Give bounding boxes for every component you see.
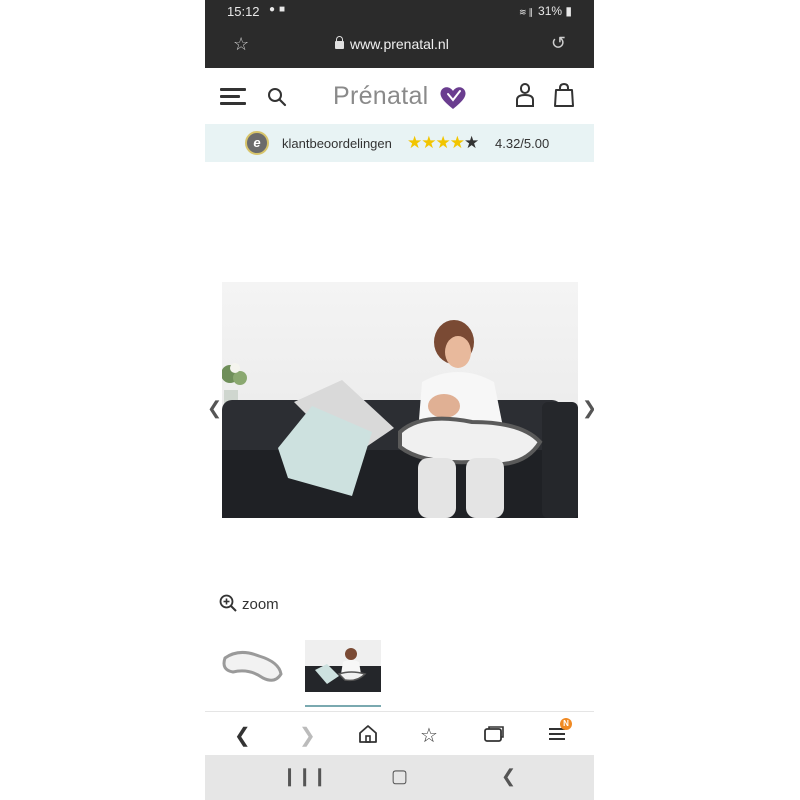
lock-icon [335,36,344,49]
account-icon[interactable] [514,82,536,108]
browser-address-bar: ☆ www.prenatal.nl ↺ [205,24,594,68]
zoom-in-icon [219,594,237,612]
shopping-bag-icon[interactable] [552,82,576,108]
search-icon[interactable] [267,87,287,107]
rating-score: 4.32/5.00 [495,136,550,151]
thumbnail-photo[interactable] [305,640,381,692]
phone-screen: 15:12 ●■ ≋∥ 31% ▮ ☆ www.prenatal.nl ↺ Pré… [205,0,594,800]
browser-toolbar: ❮ ❯ ☆ N [205,711,594,756]
home-icon[interactable] [357,724,379,744]
status-bar: 15:12 ●■ ≋∥ 31% ▮ [205,0,594,24]
rating-bar[interactable]: e klantbeoordelingen ★★★★★ 4.32/5.00 [205,124,594,162]
battery-icon: ▮ [562,4,572,18]
product-photo [222,282,578,518]
back-icon[interactable]: ❮ [234,723,251,748]
android-nav-bar: ❙❙❙ ▢ ❮ [205,755,594,800]
home-button-icon[interactable]: ▢ [391,766,408,787]
tabs-icon[interactable] [483,725,505,743]
product-image[interactable] [222,282,578,518]
status-right: ≋∥ 31% ▮ [519,4,572,18]
notification-icons: ●■ [269,4,290,15]
zoom-label: zoom [242,596,279,613]
trusted-shops-badge-icon: e [245,131,269,155]
rating-stars: ★★★★★ [407,133,479,153]
menu-icon[interactable] [220,88,246,106]
bookmark-star-icon[interactable]: ☆ [233,34,249,55]
recent-apps-icon[interactable]: ❙❙❙ [282,766,327,787]
heart-logo-icon [440,87,466,109]
menu-notification-badge: N [560,718,572,730]
carousel-prev-icon[interactable]: ❮ [207,398,222,419]
star-icon: ★★★★ [407,133,465,152]
reload-icon[interactable]: ↺ [551,33,566,54]
zoom-button[interactable]: zoom [219,594,279,613]
site-logo[interactable]: Prénatal [333,82,429,111]
system-back-icon[interactable]: ❮ [501,766,516,787]
carousel-next-icon[interactable]: ❯ [582,398,594,419]
url-text: www.prenatal.nl [350,36,449,52]
signal-icon: ≋∥ [518,7,536,17]
bookmarks-icon[interactable]: ☆ [420,723,438,748]
forward-icon[interactable]: ❯ [299,723,316,748]
star-icon: ★ [463,133,479,152]
url-field[interactable]: www.prenatal.nl [335,36,449,52]
battery-level: 31% [538,4,563,18]
rating-label: klantbeoordelingen [282,136,392,151]
status-time: 15:12 [227,4,260,19]
thumbnail-active-indicator [305,705,381,707]
thumbnail-pillow[interactable] [219,640,285,692]
site-header: Prénatal [205,68,594,124]
